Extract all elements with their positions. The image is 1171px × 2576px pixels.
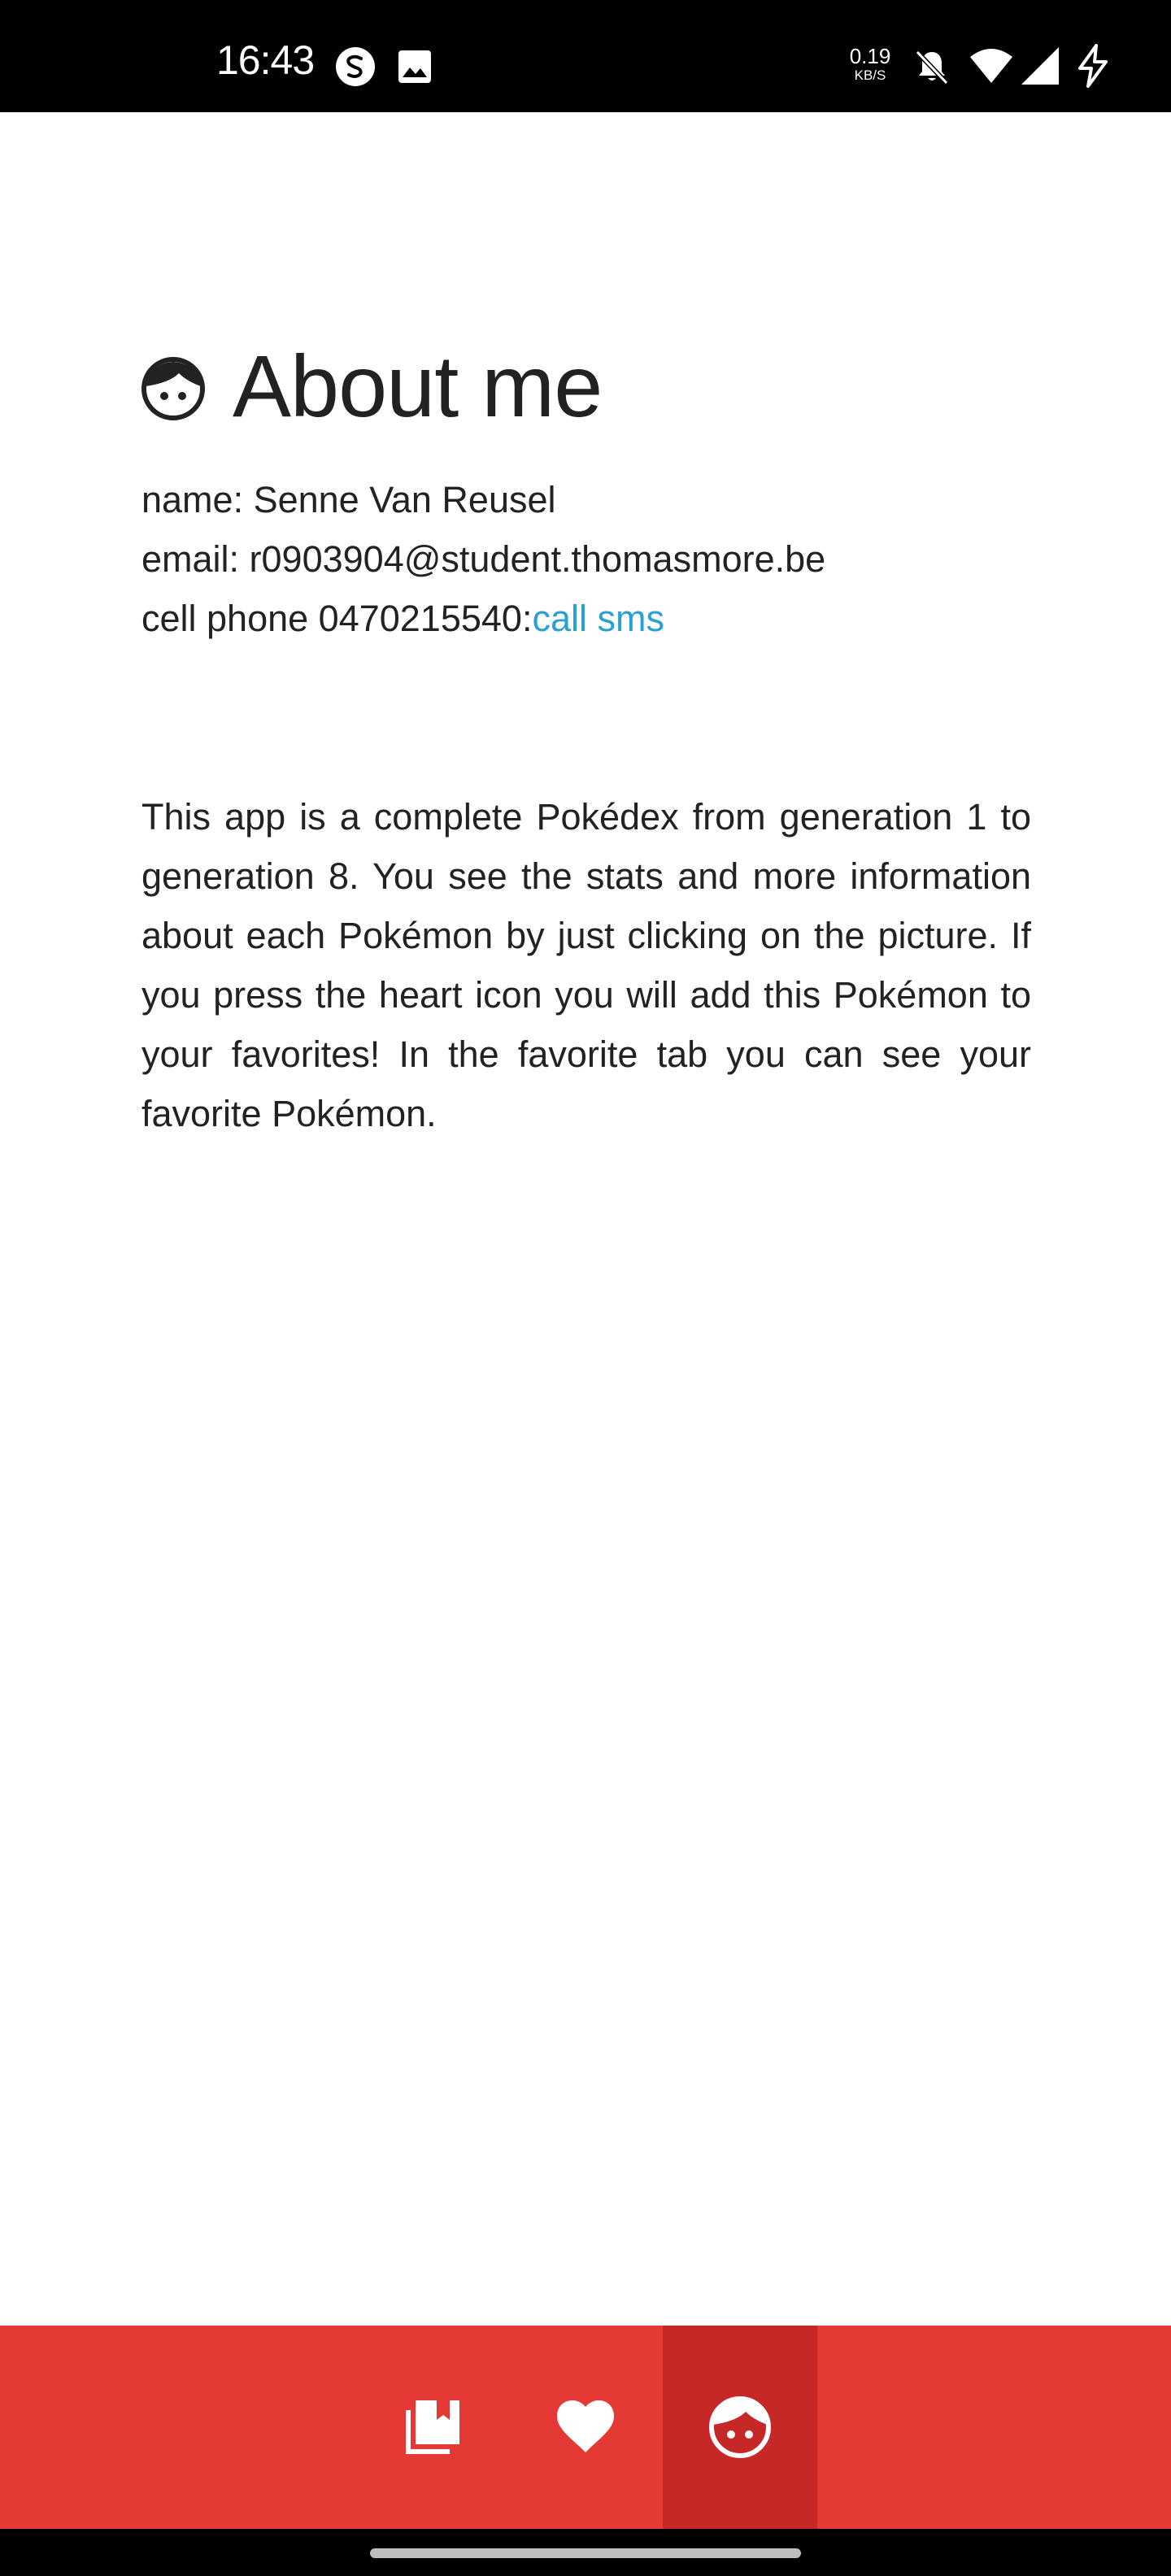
nav-about-tab[interactable] bbox=[663, 2326, 817, 2529]
nav-favorites-tab[interactable] bbox=[508, 2326, 663, 2529]
face-icon bbox=[141, 357, 205, 420]
title-row: About me bbox=[141, 333, 603, 439]
app-description: This app is a complete Pokédex from gene… bbox=[141, 796, 1031, 1134]
contact-info: name: Senne Van Reusel email: r0903904@s… bbox=[141, 470, 1031, 648]
email-value: r0903904@student.thomasmore.be bbox=[249, 538, 826, 580]
sms-link[interactable]: sms bbox=[598, 598, 665, 639]
gesture-bar-area bbox=[0, 2529, 1171, 2576]
name-value: Senne Van Reusel bbox=[253, 479, 556, 520]
bottom-navigation bbox=[0, 2326, 1171, 2529]
nav-pokedex-tab[interactable] bbox=[355, 2326, 510, 2529]
status-time: 16:43 bbox=[216, 37, 315, 83]
bell-off-icon bbox=[915, 50, 949, 85]
name-line: name: Senne Van Reusel bbox=[141, 470, 1031, 529]
collections-bookmark-icon bbox=[406, 2400, 459, 2454]
call-link[interactable]: call bbox=[532, 598, 587, 639]
signal-icon bbox=[1021, 47, 1059, 85]
name-label: name: bbox=[141, 479, 254, 520]
status-bar: 16:43 0.19 KB/S bbox=[0, 0, 1171, 112]
network-speed: 0.19 KB/S bbox=[849, 44, 891, 83]
charging-icon bbox=[1078, 44, 1108, 88]
phone-value: 0470215540 bbox=[318, 598, 522, 639]
heart-icon bbox=[557, 2400, 614, 2452]
email-line: email: r0903904@student.thomasmore.be bbox=[141, 529, 1031, 589]
phone-separator: : bbox=[521, 598, 533, 639]
s-app-icon bbox=[336, 47, 375, 86]
page-title: About me bbox=[233, 337, 603, 435]
email-label: email: bbox=[141, 538, 250, 580]
phone-label: cell phone bbox=[141, 598, 319, 639]
face-icon bbox=[709, 2396, 771, 2458]
wifi-icon bbox=[970, 49, 1012, 83]
phone-line: cell phone 0470215540:call sms bbox=[141, 589, 1031, 648]
image-icon bbox=[398, 50, 431, 83]
home-gesture-handle[interactable] bbox=[370, 2548, 801, 2558]
